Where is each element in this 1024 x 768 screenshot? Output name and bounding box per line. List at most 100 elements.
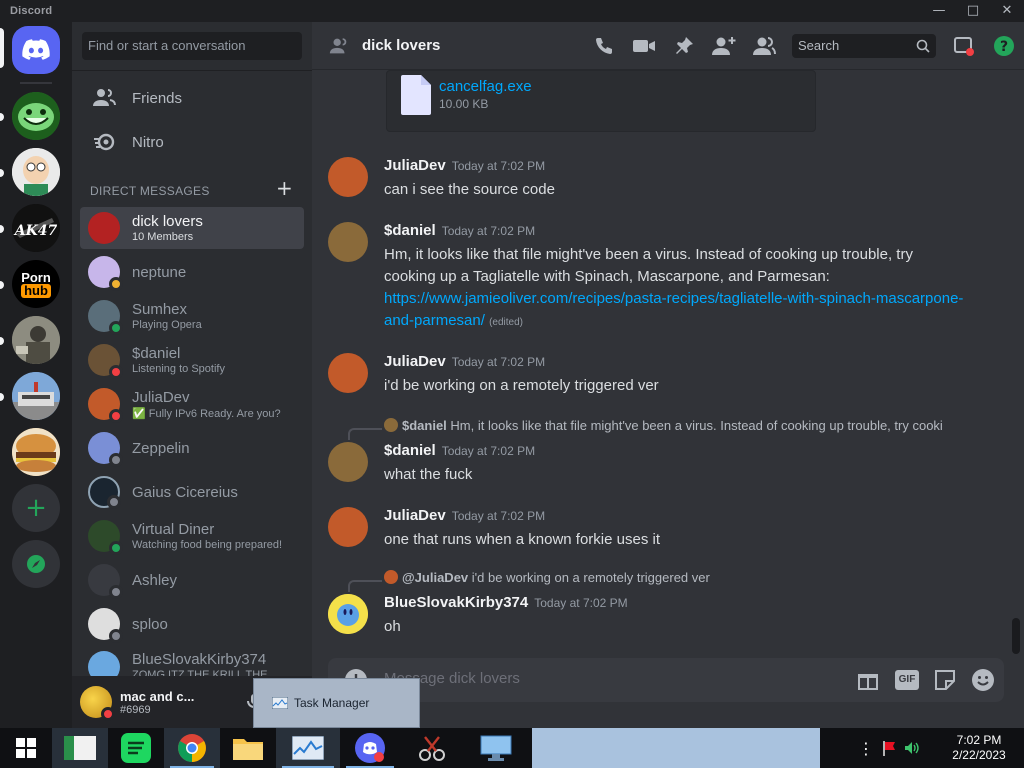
- header-toolbar: Search ?: [584, 22, 1024, 70]
- taskbar-app-task-manager[interactable]: [276, 728, 340, 768]
- dm-item-blueslovakkirby374[interactable]: BlueSlovakKirby374 ZOMG ITZ THE KRILL THE: [80, 647, 304, 677]
- explore-servers-button[interactable]: [12, 540, 60, 588]
- dm-sidebar: Find or start a conversation Friends Nit…: [72, 22, 312, 728]
- message-author[interactable]: $daniel: [384, 442, 436, 459]
- server-palace[interactable]: [12, 372, 60, 420]
- taskbar-app-remote-desktop[interactable]: [464, 728, 528, 768]
- taskbar-app-chrome[interactable]: [164, 728, 220, 768]
- message-author[interactable]: JuliaDev: [384, 353, 446, 370]
- dm-item-zeppelin[interactable]: Zeppelin: [80, 427, 304, 469]
- minimize-button[interactable]: —: [922, 0, 956, 22]
- chat-scrollbar[interactable]: [1012, 618, 1020, 654]
- reply-reference[interactable]: @JuliaDev i'd be working on a remotely t…: [384, 570, 984, 585]
- home-button[interactable]: [12, 26, 60, 74]
- attachment-filename-link[interactable]: cancelfag.exe: [439, 78, 532, 95]
- clock-date: 2/22/2023: [952, 748, 1006, 762]
- gift-icon[interactable]: [857, 669, 879, 691]
- reply-reference[interactable]: $daniel Hm, it looks like that file migh…: [384, 418, 984, 433]
- inbox-button[interactable]: [944, 35, 984, 57]
- message-search-input[interactable]: Search: [792, 34, 936, 58]
- add-friends-to-dm-button[interactable]: [704, 35, 744, 57]
- attachment-size: 10.00 KB: [439, 97, 489, 111]
- member-list-button[interactable]: [744, 35, 784, 57]
- start-video-call-button[interactable]: [624, 37, 664, 55]
- trollface-icon: [12, 92, 60, 140]
- clock-time: 7:02 PM: [956, 733, 1002, 747]
- action-center-flag-icon[interactable]: [882, 740, 898, 756]
- nav-friends[interactable]: Friends: [80, 78, 304, 118]
- taskbar-app-notepad[interactable]: [52, 728, 108, 768]
- taskbar-preview-tooltip[interactable]: Task Manager: [253, 678, 420, 728]
- author-avatar[interactable]: [328, 157, 368, 197]
- message-author[interactable]: $daniel: [384, 222, 436, 239]
- server-soldier[interactable]: [12, 316, 60, 364]
- emoji-icon[interactable]: [971, 668, 995, 692]
- system-tray: ⋮ 7:02 PM 2/22/2023: [858, 728, 1024, 768]
- sticker-icon[interactable]: [934, 669, 956, 691]
- author-avatar[interactable]: [328, 442, 368, 482]
- more-icons-icon[interactable]: ⋮: [858, 739, 874, 758]
- message-author[interactable]: BlueSlovakKirby374: [384, 594, 528, 611]
- dm-item-juliadev[interactable]: JuliaDev ✅ Fully IPv6 Ready. Are you?: [80, 383, 304, 425]
- dm-item-sumhex[interactable]: Sumhex Playing Opera: [80, 295, 304, 337]
- pinned-messages-button[interactable]: [664, 36, 704, 56]
- taskbar-app-file-explorer[interactable]: [220, 728, 276, 768]
- dm-item-dick-lovers[interactable]: dick lovers 10 Members: [80, 207, 304, 249]
- author-avatar[interactable]: [328, 222, 368, 262]
- windows-logo-icon: [16, 738, 36, 758]
- taskbar-app-discord[interactable]: [340, 728, 400, 768]
- nav-nitro[interactable]: Nitro: [80, 122, 304, 162]
- add-server-button[interactable]: +: [12, 484, 60, 532]
- message-timestamp: Today at 7:02 PM: [451, 509, 546, 523]
- dm-name: JuliaDev: [132, 388, 190, 406]
- server-burger[interactable]: [12, 428, 60, 476]
- message-timestamp: Today at 7:02 PM: [451, 355, 546, 369]
- message-link[interactable]: https://www.jamieoliver.com/recipes/past…: [384, 290, 963, 329]
- help-button[interactable]: ?: [984, 35, 1024, 57]
- close-button[interactable]: ✕: [990, 0, 1024, 22]
- dm-item-sploo[interactable]: sploo: [80, 603, 304, 645]
- dm-item-ashley[interactable]: Ashley: [80, 559, 304, 601]
- taskbar-clock[interactable]: 7:02 PM 2/22/2023: [934, 733, 1024, 763]
- volume-icon[interactable]: [904, 740, 920, 756]
- server-porn-hub[interactable]: Porn hub: [12, 260, 60, 308]
- message-content: one that runs when a known forkie uses i…: [384, 531, 660, 548]
- search-icon: [916, 39, 930, 53]
- username: mac and c...: [120, 688, 195, 704]
- unread-pill: [0, 225, 4, 233]
- message-timestamp: Today at 7:02 PM: [441, 224, 536, 238]
- server-peter[interactable]: [12, 148, 60, 196]
- dm-subtext: ✅ Fully IPv6 Ready. Are you?: [132, 407, 281, 420]
- author-avatar[interactable]: [328, 507, 368, 547]
- dm-name: Virtual Diner: [132, 521, 215, 538]
- author-avatar[interactable]: [328, 594, 368, 634]
- find-conversation-input[interactable]: Find or start a conversation: [82, 32, 302, 60]
- reply-connector: [348, 580, 382, 592]
- dm-name: Zeppelin: [132, 439, 190, 457]
- user-avatar[interactable]: [80, 686, 115, 721]
- start-voice-call-button[interactable]: [584, 35, 624, 57]
- dm-item-neptune[interactable]: neptune: [80, 251, 304, 293]
- author-avatar[interactable]: [328, 353, 368, 393]
- dm-item-virtual-diner[interactable]: Virtual Diner Watching food being prepare…: [80, 515, 304, 557]
- reply-preview: i'd be working on a remotely triggered v…: [471, 570, 710, 585]
- taskbar-app-snipping-tool[interactable]: [400, 728, 464, 768]
- add-user-icon: [712, 37, 736, 55]
- ak47-logo-text: AK47: [13, 223, 58, 239]
- taskbar-app-spotify[interactable]: [108, 728, 164, 768]
- server-ak47[interactable]: AK47: [12, 204, 60, 252]
- status-dnd-icon: [109, 365, 123, 379]
- status-offline-icon: [109, 585, 123, 599]
- dm-item-gaius-cicereius[interactable]: Gaius Cicereius: [80, 471, 304, 513]
- server-trollface[interactable]: [12, 92, 60, 140]
- message-author[interactable]: JuliaDev: [384, 157, 446, 174]
- dm-item-daniel[interactable]: $daniel Listening to Spotify: [80, 339, 304, 381]
- dm-name: Gaius Cicereius: [132, 483, 238, 501]
- window-controls: — □ ✕: [922, 0, 1024, 22]
- status-online-icon: [109, 321, 123, 335]
- create-dm-button[interactable]: +: [276, 178, 293, 198]
- maximize-button[interactable]: □: [956, 0, 990, 22]
- message-author[interactable]: JuliaDev: [384, 507, 446, 524]
- gif-picker-button[interactable]: GIF: [895, 670, 919, 690]
- start-button[interactable]: [0, 728, 52, 768]
